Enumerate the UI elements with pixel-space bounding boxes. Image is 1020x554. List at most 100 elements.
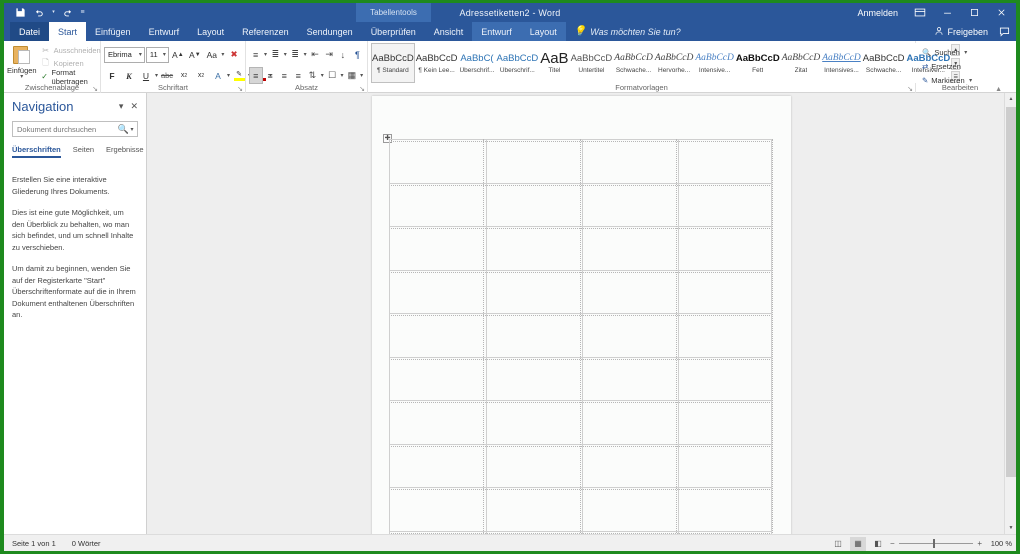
zoom-in-button[interactable]: + xyxy=(977,539,982,548)
zoom-knob[interactable] xyxy=(933,539,935,548)
tell-me-box[interactable]: 💡 Was möchten Sie tun? xyxy=(566,22,689,41)
minimize-icon[interactable] xyxy=(934,3,960,22)
style-item-12[interactable]: AaBbCcD Schwache... xyxy=(861,43,906,83)
tab-referenzen[interactable]: Referenzen xyxy=(233,22,298,41)
search-input[interactable] xyxy=(17,124,118,134)
bullets-icon[interactable]: ≡ xyxy=(249,46,262,63)
increase-indent-icon[interactable]: ⇥ xyxy=(323,46,336,63)
show-formatting-marks-icon[interactable]: ¶ xyxy=(351,46,364,63)
bold-button[interactable]: F xyxy=(104,67,120,84)
numbering-icon[interactable]: ≣ xyxy=(269,46,282,63)
italic-button[interactable]: K xyxy=(121,67,137,84)
sort-icon[interactable]: ↓ xyxy=(337,46,350,63)
word-count[interactable]: 0 Wörter xyxy=(72,539,101,548)
chevron-down-icon[interactable]: ▾ xyxy=(129,126,135,133)
paste-button[interactable]: Einfügen ▾ xyxy=(7,43,37,84)
find-caret-icon[interactable]: ▾ xyxy=(963,49,969,56)
clear-formatting-icon[interactable]: ✖ xyxy=(226,46,242,63)
page-info[interactable]: Seite 1 von 1 xyxy=(12,539,56,548)
tab-entwurf[interactable]: Entwurf xyxy=(140,22,189,41)
find-button[interactable]: 🔍 Suchen ▾ xyxy=(919,46,1001,58)
pane-options-icon[interactable]: ▾ xyxy=(119,101,124,112)
multilevel-list-icon[interactable]: ≣ xyxy=(289,46,302,63)
tab-tabellentools-layout[interactable]: Layout xyxy=(520,22,566,41)
change-case-button[interactable]: Aa xyxy=(204,46,220,63)
tab-sendungen[interactable]: Sendungen xyxy=(298,22,362,41)
align-left-icon[interactable]: ≡ xyxy=(249,67,263,84)
scrollbar-thumb[interactable] xyxy=(1006,107,1016,477)
collapse-ribbon-icon[interactable]: ▲ xyxy=(995,86,1002,93)
change-case-caret-icon[interactable]: ▾ xyxy=(221,51,225,58)
sign-in-button[interactable]: Anmelden xyxy=(849,8,906,18)
vertical-scrollbar[interactable]: ▲ ▼ xyxy=(1004,93,1016,534)
zoom-track[interactable] xyxy=(898,539,974,548)
label-table[interactable] xyxy=(389,139,773,534)
cut-button[interactable]: ✂ Ausschneiden xyxy=(39,45,103,57)
text-effects-caret-icon[interactable]: ▾ xyxy=(227,72,230,79)
text-highlight-icon[interactable]: ✎ xyxy=(231,67,247,84)
tab-layout[interactable]: Layout xyxy=(188,22,233,41)
tab-datei[interactable]: Datei xyxy=(10,22,50,41)
scroll-up-icon[interactable]: ▲ xyxy=(1005,93,1016,105)
style-item-7[interactable]: AaBbCcD Hervorhe... xyxy=(653,43,695,83)
subscript-button[interactable]: x2 xyxy=(176,67,192,84)
borders-caret-icon[interactable]: ▾ xyxy=(359,72,364,79)
zoom-slider[interactable]: − + xyxy=(890,539,982,548)
text-effects-icon[interactable]: A xyxy=(210,67,226,84)
search-icon[interactable]: 🔍 xyxy=(118,124,129,135)
shading-icon[interactable]: ☐ xyxy=(326,67,339,84)
styles-dialog-launcher[interactable]: ↘ xyxy=(907,85,913,93)
document-canvas[interactable]: ✚ xyxy=(147,93,1004,534)
superscript-button[interactable]: x2 xyxy=(193,67,209,84)
style-item-10[interactable]: AaBbCcD Zitat xyxy=(780,43,822,83)
web-layout-icon[interactable]: ◧ xyxy=(870,537,886,551)
close-icon[interactable] xyxy=(988,3,1014,22)
borders-icon[interactable]: ▦ xyxy=(345,67,358,84)
read-mode-icon[interactable]: ◫ xyxy=(830,537,846,551)
format-painter-button[interactable]: ✓ Format übertragen xyxy=(39,68,103,86)
restore-icon[interactable] xyxy=(961,3,987,22)
scroll-down-icon[interactable]: ▼ xyxy=(1005,522,1016,534)
nav-tab-seiten[interactable]: Seiten xyxy=(73,145,94,158)
multilevel-list-caret-icon[interactable]: ▾ xyxy=(303,51,308,58)
tab-ueberpruefen[interactable]: Überprüfen xyxy=(362,22,425,41)
shading-caret-icon[interactable]: ▾ xyxy=(340,72,345,79)
font-dialog-launcher[interactable]: ↘ xyxy=(237,85,243,93)
style-item-9[interactable]: AaBbCcD Fett xyxy=(734,43,781,83)
paragraph-dialog-launcher[interactable]: ↘ xyxy=(359,85,365,93)
style-item-8[interactable]: AaBbCcD Intensive... xyxy=(694,43,735,83)
decrease-indent-icon[interactable]: ⇤ xyxy=(308,46,321,63)
underline-button[interactable]: U xyxy=(138,67,154,84)
style-item-11[interactable]: AaBbCcD Intensives... xyxy=(821,43,862,83)
comments-icon[interactable] xyxy=(996,22,1012,41)
zoom-out-button[interactable]: − xyxy=(890,539,895,548)
tab-tabellentools-entwurf[interactable]: Entwurf xyxy=(472,22,521,41)
paste-caret-icon[interactable]: ▾ xyxy=(20,74,23,80)
style-item-1[interactable]: AaBbCcD ¶ Kein Lee... xyxy=(414,43,459,83)
tab-start[interactable]: Start xyxy=(49,22,87,41)
underline-caret-icon[interactable]: ▾ xyxy=(155,72,158,79)
align-center-icon[interactable]: ≡ xyxy=(264,67,277,84)
share-button[interactable]: Freigeben xyxy=(934,26,988,38)
bullets-caret-icon[interactable]: ▾ xyxy=(263,51,268,58)
ribbon-display-options-icon[interactable] xyxy=(907,3,933,22)
style-item-3[interactable]: AaBbCcD Überschrif... xyxy=(495,43,540,83)
pane-close-icon[interactable]: ✕ xyxy=(130,101,138,112)
zoom-level-label[interactable]: 100 % xyxy=(986,539,1012,548)
shrink-font-icon[interactable]: A ▼ xyxy=(187,46,203,63)
tab-einfuegen[interactable]: Einfügen xyxy=(86,22,140,41)
replace-button[interactable]: ⇄ Ersetzen xyxy=(919,60,1001,72)
tab-ansicht[interactable]: Ansicht xyxy=(425,22,473,41)
style-item-4[interactable]: AaB Titel xyxy=(539,43,570,83)
style-item-6[interactable]: AaBbCcD Schwache... xyxy=(613,43,654,83)
navigation-search-box[interactable]: 🔍 ▾ xyxy=(12,121,138,137)
strikethrough-button[interactable]: abc xyxy=(159,67,175,84)
font-size-combo[interactable]: 11 ▾ xyxy=(145,46,169,63)
print-layout-icon[interactable]: ▦ xyxy=(850,536,866,551)
style-item-5[interactable]: AaBbCcD Untertitel xyxy=(569,43,614,83)
font-name-combo[interactable]: Ebrima ▾ xyxy=(104,46,145,63)
line-spacing-caret-icon[interactable]: ▾ xyxy=(320,72,325,79)
justify-icon[interactable]: ≡ xyxy=(292,67,305,84)
styles-gallery[interactable]: AaBbCcD ¶ Standard AaBbCcD ¶ Kein Lee... AaB… xyxy=(371,43,961,84)
nav-tab-ergebnisse[interactable]: Ergebnisse xyxy=(106,145,144,158)
